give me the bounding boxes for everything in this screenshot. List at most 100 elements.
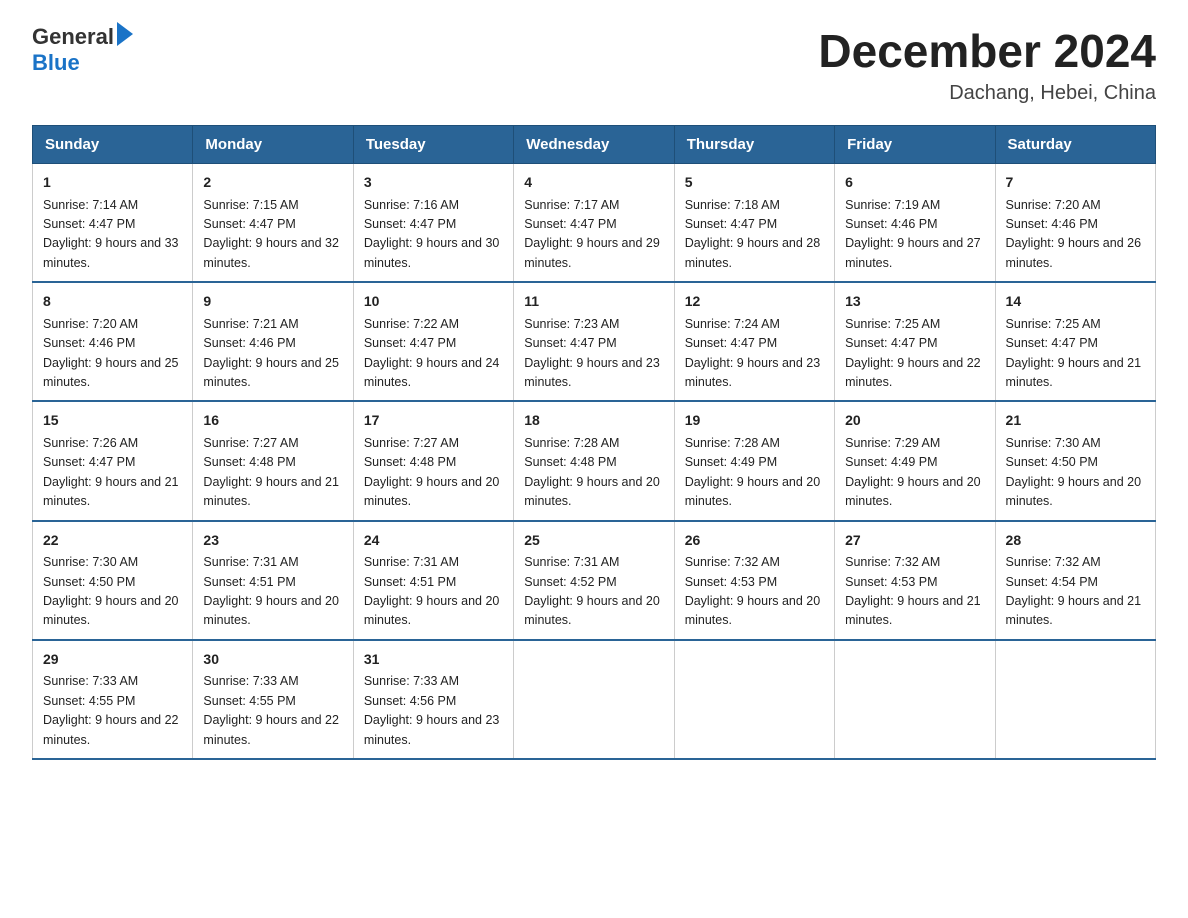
day-number: 19 bbox=[685, 410, 824, 432]
calendar-cell: 13Sunrise: 7:25 AMSunset: 4:47 PMDayligh… bbox=[835, 282, 995, 401]
calendar-cell: 10Sunrise: 7:22 AMSunset: 4:47 PMDayligh… bbox=[353, 282, 513, 401]
daylight-label: Daylight: 9 hours and 20 minutes. bbox=[524, 594, 660, 627]
subtitle: Dachang, Hebei, China bbox=[818, 82, 1156, 105]
calendar-cell: 6Sunrise: 7:19 AMSunset: 4:46 PMDaylight… bbox=[835, 164, 995, 283]
sunset-label: Sunset: 4:47 PM bbox=[203, 217, 295, 231]
day-number: 28 bbox=[1006, 530, 1145, 552]
daylight-label: Daylight: 9 hours and 21 minutes. bbox=[1006, 356, 1142, 389]
day-number: 24 bbox=[364, 530, 503, 552]
daylight-label: Daylight: 9 hours and 21 minutes. bbox=[203, 475, 339, 508]
calendar-cell: 27Sunrise: 7:32 AMSunset: 4:53 PMDayligh… bbox=[835, 521, 995, 640]
sunrise-label: Sunrise: 7:28 AM bbox=[524, 436, 619, 450]
sunset-label: Sunset: 4:47 PM bbox=[524, 217, 616, 231]
daylight-label: Daylight: 9 hours and 32 minutes. bbox=[203, 236, 339, 269]
calendar-cell: 29Sunrise: 7:33 AMSunset: 4:55 PMDayligh… bbox=[33, 640, 193, 759]
daylight-label: Daylight: 9 hours and 20 minutes. bbox=[685, 475, 821, 508]
calendar-day-header: Monday bbox=[193, 126, 353, 164]
day-number: 4 bbox=[524, 172, 663, 194]
daylight-label: Daylight: 9 hours and 21 minutes. bbox=[845, 594, 981, 627]
calendar-cell: 24Sunrise: 7:31 AMSunset: 4:51 PMDayligh… bbox=[353, 521, 513, 640]
day-number: 27 bbox=[845, 530, 984, 552]
sunset-label: Sunset: 4:47 PM bbox=[1006, 336, 1098, 350]
sunrise-label: Sunrise: 7:28 AM bbox=[685, 436, 780, 450]
sunset-label: Sunset: 4:47 PM bbox=[524, 336, 616, 350]
sunrise-label: Sunrise: 7:27 AM bbox=[364, 436, 459, 450]
sunset-label: Sunset: 4:48 PM bbox=[524, 455, 616, 469]
calendar-cell: 20Sunrise: 7:29 AMSunset: 4:49 PMDayligh… bbox=[835, 401, 995, 520]
daylight-label: Daylight: 9 hours and 24 minutes. bbox=[364, 356, 500, 389]
sunset-label: Sunset: 4:49 PM bbox=[685, 455, 777, 469]
sunset-label: Sunset: 4:46 PM bbox=[845, 217, 937, 231]
sunset-label: Sunset: 4:47 PM bbox=[43, 455, 135, 469]
calendar-cell: 4 Sunrise: 7:17 AM Sunset: 4:47 PM Daylight… bbox=[514, 164, 674, 283]
sunset-label: Sunset: 4:55 PM bbox=[203, 694, 295, 708]
sunrise-label: Sunrise: 7:33 AM bbox=[364, 674, 459, 688]
day-number: 31 bbox=[364, 649, 503, 671]
calendar-cell: 18Sunrise: 7:28 AMSunset: 4:48 PMDayligh… bbox=[514, 401, 674, 520]
calendar-cell: 3Sunrise: 7:16 AMSunset: 4:47 PMDaylight… bbox=[353, 164, 513, 283]
day-number: 21 bbox=[1006, 410, 1145, 432]
sunrise-label: Sunrise: 7:32 AM bbox=[685, 555, 780, 569]
calendar-day-header: Friday bbox=[835, 126, 995, 164]
sunset-label: Sunset: 4:47 PM bbox=[845, 336, 937, 350]
sunrise-label: Sunrise: 7:32 AM bbox=[845, 555, 940, 569]
sunset-label: Sunset: 4:46 PM bbox=[203, 336, 295, 350]
sunset-label: Sunset: 4:47 PM bbox=[43, 217, 135, 231]
main-title: December 2024 bbox=[818, 24, 1156, 78]
day-number: 11 bbox=[524, 291, 663, 313]
sunset-label: Sunset: 4:47 PM bbox=[685, 217, 777, 231]
logo-general-text: General bbox=[32, 24, 114, 50]
day-number: 30 bbox=[203, 649, 342, 671]
daylight-label: Daylight: 9 hours and 22 minutes. bbox=[203, 713, 339, 746]
sunrise-label: Sunrise: 7:14 AM bbox=[43, 198, 138, 212]
daylight-label: Daylight: 9 hours and 27 minutes. bbox=[845, 236, 981, 269]
sunrise-label: Sunrise: 7:20 AM bbox=[43, 317, 138, 331]
sunrise-label: Sunrise: 7:25 AM bbox=[845, 317, 940, 331]
day-number: 13 bbox=[845, 291, 984, 313]
calendar-cell: 16Sunrise: 7:27 AMSunset: 4:48 PMDayligh… bbox=[193, 401, 353, 520]
calendar-cell: 8Sunrise: 7:20 AMSunset: 4:46 PMDaylight… bbox=[33, 282, 193, 401]
sunset-label: Sunset: 4:47 PM bbox=[364, 336, 456, 350]
daylight-label: Daylight: 9 hours and 20 minutes. bbox=[685, 594, 821, 627]
daylight-label: Daylight: 9 hours and 33 minutes. bbox=[43, 236, 179, 269]
calendar-cell: 22Sunrise: 7:30 AMSunset: 4:50 PMDayligh… bbox=[33, 521, 193, 640]
day-number: 3 bbox=[364, 172, 503, 194]
daylight-label: Daylight: 9 hours and 20 minutes. bbox=[1006, 475, 1142, 508]
calendar-week-row: 1 Sunrise: 7:14 AM Sunset: 4:47 PM Daylight… bbox=[33, 164, 1156, 283]
sunrise-label: Sunrise: 7:30 AM bbox=[1006, 436, 1101, 450]
day-number: 29 bbox=[43, 649, 182, 671]
sunrise-label: Sunrise: 7:17 AM bbox=[524, 198, 619, 212]
daylight-label: Daylight: 9 hours and 21 minutes. bbox=[1006, 594, 1142, 627]
day-number: 5 bbox=[685, 172, 824, 194]
calendar-week-row: 22Sunrise: 7:30 AMSunset: 4:50 PMDayligh… bbox=[33, 521, 1156, 640]
calendar-cell: 28Sunrise: 7:32 AMSunset: 4:54 PMDayligh… bbox=[995, 521, 1155, 640]
day-number: 16 bbox=[203, 410, 342, 432]
daylight-label: Daylight: 9 hours and 22 minutes. bbox=[43, 713, 179, 746]
day-number: 22 bbox=[43, 530, 182, 552]
calendar-cell: 25Sunrise: 7:31 AMSunset: 4:52 PMDayligh… bbox=[514, 521, 674, 640]
sunrise-label: Sunrise: 7:15 AM bbox=[203, 198, 298, 212]
sunrise-label: Sunrise: 7:31 AM bbox=[203, 555, 298, 569]
daylight-label: Daylight: 9 hours and 25 minutes. bbox=[203, 356, 339, 389]
day-number: 7 bbox=[1006, 172, 1145, 194]
sunrise-label: Sunrise: 7:29 AM bbox=[845, 436, 940, 450]
sunrise-label: Sunrise: 7:24 AM bbox=[685, 317, 780, 331]
sunset-label: Sunset: 4:53 PM bbox=[685, 575, 777, 589]
daylight-label: Daylight: 9 hours and 23 minutes. bbox=[524, 356, 660, 389]
title-block: December 2024 Dachang, Hebei, China bbox=[818, 24, 1156, 105]
daylight-label: Daylight: 9 hours and 29 minutes. bbox=[524, 236, 660, 269]
day-number: 1 bbox=[43, 172, 182, 194]
daylight-label: Daylight: 9 hours and 30 minutes. bbox=[364, 236, 500, 269]
calendar-day-header: Sunday bbox=[33, 126, 193, 164]
calendar-cell: 14Sunrise: 7:25 AMSunset: 4:47 PMDayligh… bbox=[995, 282, 1155, 401]
calendar-cell bbox=[514, 640, 674, 759]
calendar-cell: 11Sunrise: 7:23 AMSunset: 4:47 PMDayligh… bbox=[514, 282, 674, 401]
sunset-label: Sunset: 4:48 PM bbox=[203, 455, 295, 469]
sunrise-label: Sunrise: 7:16 AM bbox=[364, 198, 459, 212]
calendar-cell: 31Sunrise: 7:33 AMSunset: 4:56 PMDayligh… bbox=[353, 640, 513, 759]
calendar-cell: 30Sunrise: 7:33 AMSunset: 4:55 PMDayligh… bbox=[193, 640, 353, 759]
calendar-cell: 21Sunrise: 7:30 AMSunset: 4:50 PMDayligh… bbox=[995, 401, 1155, 520]
sunrise-label: Sunrise: 7:32 AM bbox=[1006, 555, 1101, 569]
sunset-label: Sunset: 4:46 PM bbox=[1006, 217, 1098, 231]
calendar-cell: 17Sunrise: 7:27 AMSunset: 4:48 PMDayligh… bbox=[353, 401, 513, 520]
